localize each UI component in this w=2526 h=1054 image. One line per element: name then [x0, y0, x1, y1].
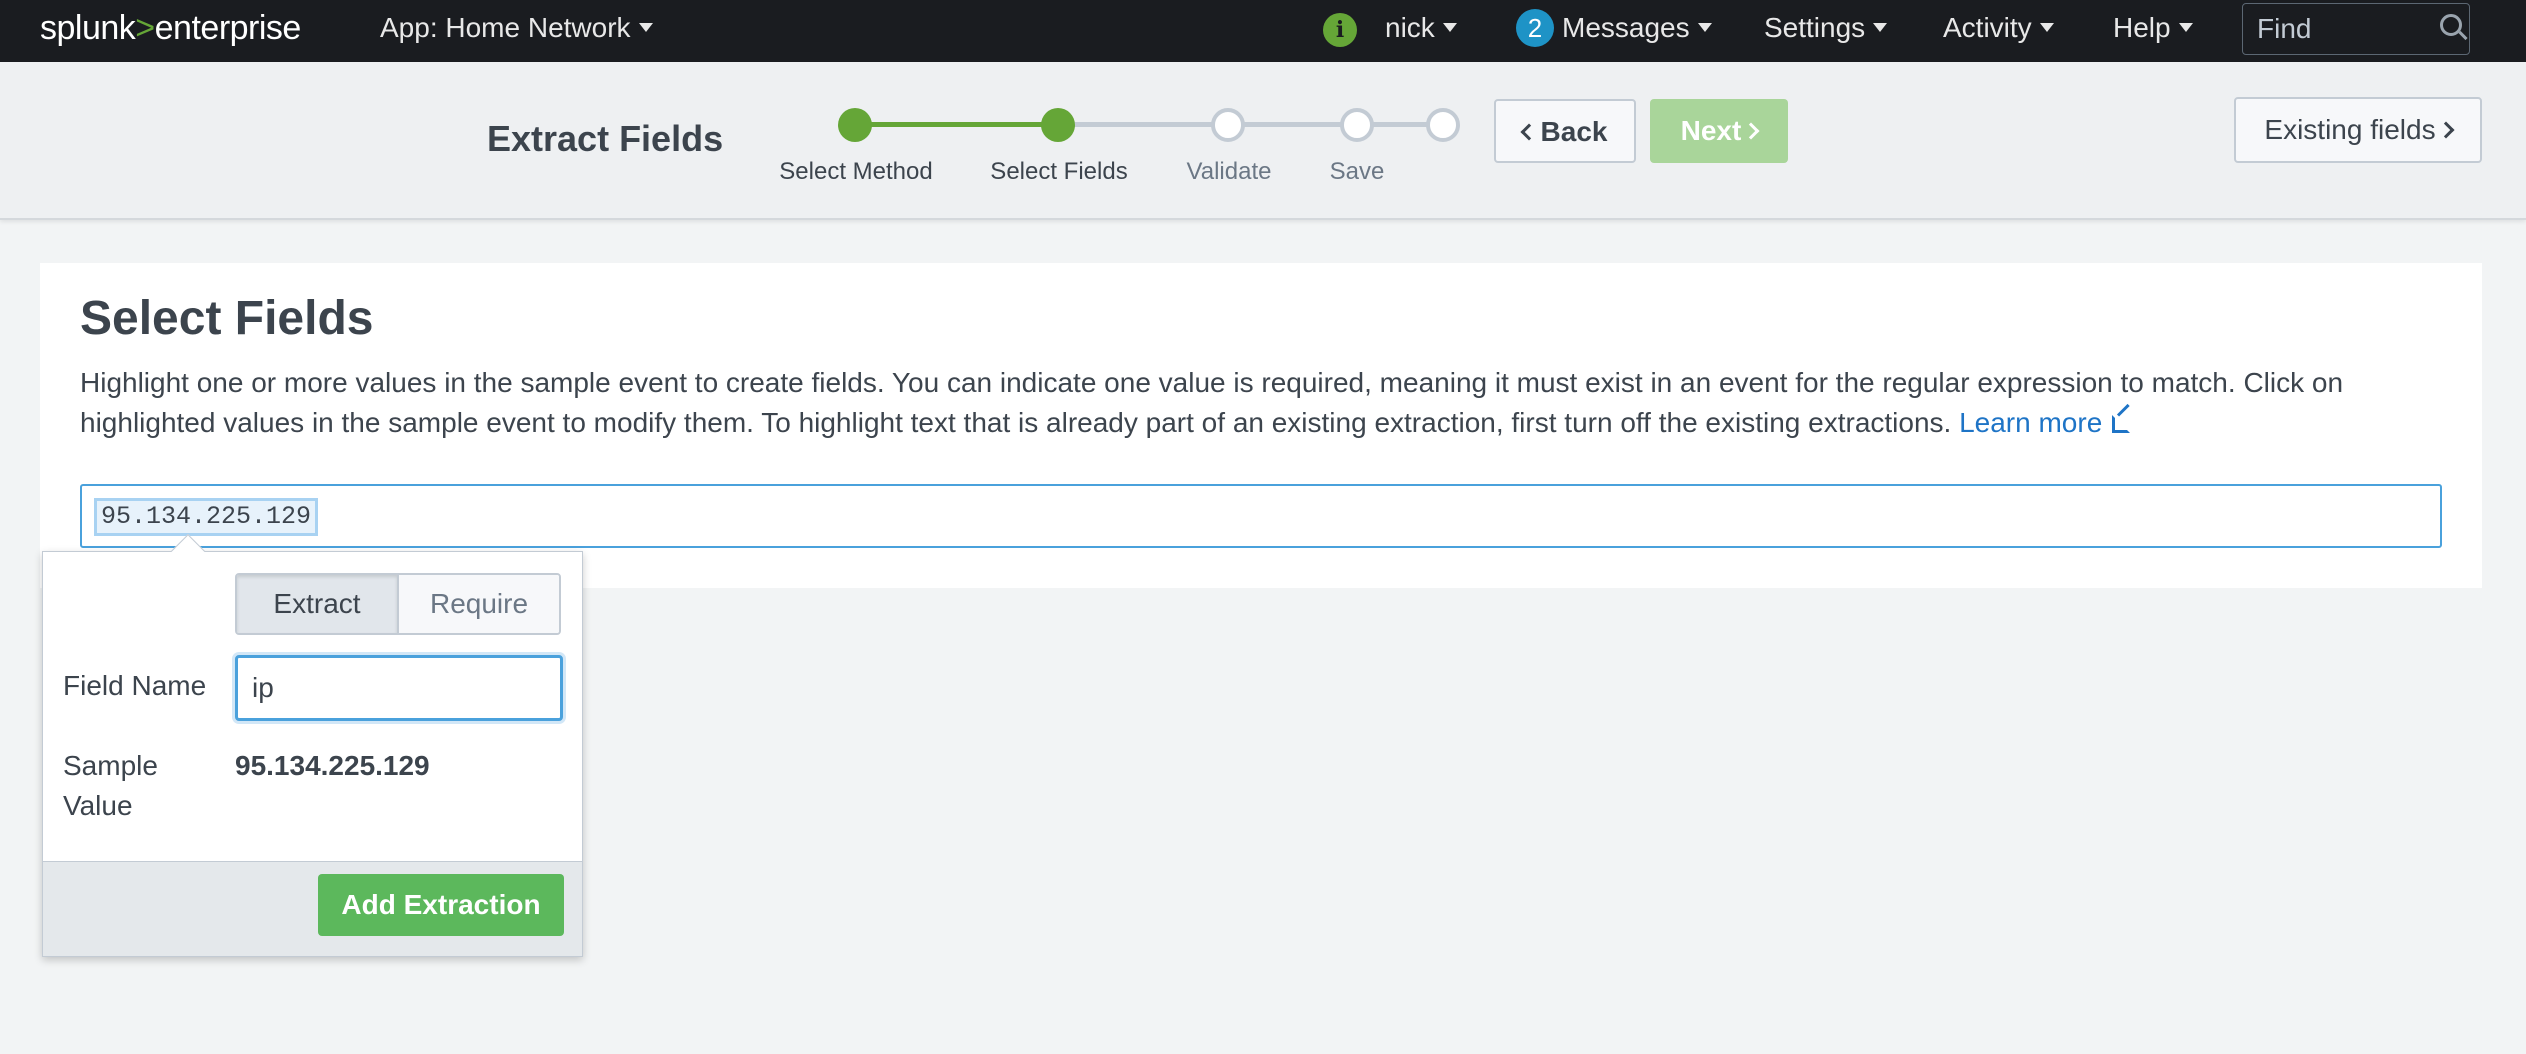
messages-menu[interactable]: Messages: [1562, 10, 1712, 46]
require-toggle-button[interactable]: Require: [397, 575, 559, 633]
existing-fields-button[interactable]: Existing fields: [2234, 97, 2482, 163]
learn-more-link[interactable]: Learn more: [1959, 407, 2131, 438]
select-fields-panel: Select Fields Highlight one or more valu…: [40, 263, 2482, 588]
step-label-select-fields: Select Fields: [990, 158, 1128, 185]
step-label-save: Save: [1329, 158, 1385, 185]
help-menu[interactable]: Help: [2113, 10, 2193, 46]
next-button-label: Next: [1680, 115, 1742, 146]
search-icon[interactable]: [2440, 14, 2462, 36]
field-name-label: Field Name: [63, 670, 207, 701]
user-menu-label: nick: [1385, 12, 1435, 43]
sample-value-label-line1: Sample: [63, 750, 158, 781]
top-navigation-bar: splunk>enterprise App: Home Network i ni…: [0, 0, 2526, 62]
next-button[interactable]: Next: [1650, 99, 1788, 163]
caret-down-icon: [1697, 23, 1712, 33]
learn-more-label: Learn more: [1959, 407, 2103, 438]
caret-down-icon: [638, 23, 653, 33]
find-box: [2242, 3, 2470, 55]
activity-menu[interactable]: Activity: [1943, 10, 2054, 46]
user-menu[interactable]: nick: [1385, 10, 1457, 46]
settings-menu-label: Settings: [1764, 12, 1866, 43]
messages-menu-label: Messages: [1562, 12, 1690, 43]
back-button-label: Back: [1540, 116, 1608, 147]
logo-enterprise-text: enterprise: [154, 9, 302, 47]
chevron-left-icon: [1520, 123, 1538, 141]
field-name-input[interactable]: [235, 655, 563, 721]
extract-toggle-button[interactable]: Extract: [237, 575, 397, 633]
instructions-text: Highlight one or more values in the samp…: [80, 363, 2440, 443]
step-dot-save: [1340, 108, 1374, 142]
step-label-validate: Validate: [1186, 158, 1272, 185]
sample-event-box[interactable]: 95.134.225.129: [80, 484, 2442, 548]
back-button[interactable]: Back: [1494, 99, 1636, 163]
app-menu[interactable]: App: Home Network: [380, 10, 653, 46]
wizard-title: Extract Fields: [487, 118, 724, 159]
sample-value-label-line2: Value: [63, 790, 133, 821]
step-dot-select-fields: [1041, 108, 1075, 142]
help-menu-label: Help: [2113, 12, 2171, 43]
logo-splunk-text: splunk: [40, 9, 136, 47]
external-link-icon: [2112, 415, 2131, 433]
step-label-select-method: Select Method: [779, 158, 933, 185]
step-dot-finish: [1426, 108, 1460, 142]
highlighted-value[interactable]: 95.134.225.129: [94, 498, 319, 536]
info-icon[interactable]: i: [1323, 13, 1357, 47]
extraction-popover: Extract Require Field Name Sample Value …: [42, 551, 583, 957]
extract-require-toggle: Extract Require: [235, 573, 561, 635]
page-title: Select Fields: [80, 292, 374, 345]
existing-fields-label: Existing fields: [2264, 114, 2436, 145]
add-extraction-button[interactable]: Add Extraction: [318, 874, 564, 936]
step-dot-validate: [1211, 108, 1245, 142]
logo-gt-text: >: [135, 9, 155, 47]
activity-menu-label: Activity: [1943, 12, 2032, 43]
splunk-logo[interactable]: splunk>enterprise: [40, 10, 301, 46]
caret-down-icon: [2178, 23, 2193, 33]
chevron-right-icon: [1742, 122, 1760, 140]
find-input[interactable]: [2257, 12, 2427, 46]
progress-line-complete: [855, 122, 1058, 127]
wizard-header: Extract Fields Select Method Select Fiel…: [0, 62, 2526, 220]
popover-footer: Add Extraction: [43, 861, 582, 956]
caret-down-icon: [1442, 23, 1457, 33]
app-menu-label: App: Home Network: [380, 12, 631, 43]
caret-down-icon: [1873, 23, 1888, 33]
chevron-right-icon: [2437, 121, 2455, 139]
step-dot-select-method: [838, 108, 872, 142]
sample-value: 95.134.225.129: [235, 750, 430, 781]
progress-line-remaining: [1058, 122, 1443, 127]
caret-down-icon: [2039, 23, 2054, 33]
messages-count-badge[interactable]: 2: [1516, 9, 1554, 47]
settings-menu[interactable]: Settings: [1764, 10, 1888, 46]
